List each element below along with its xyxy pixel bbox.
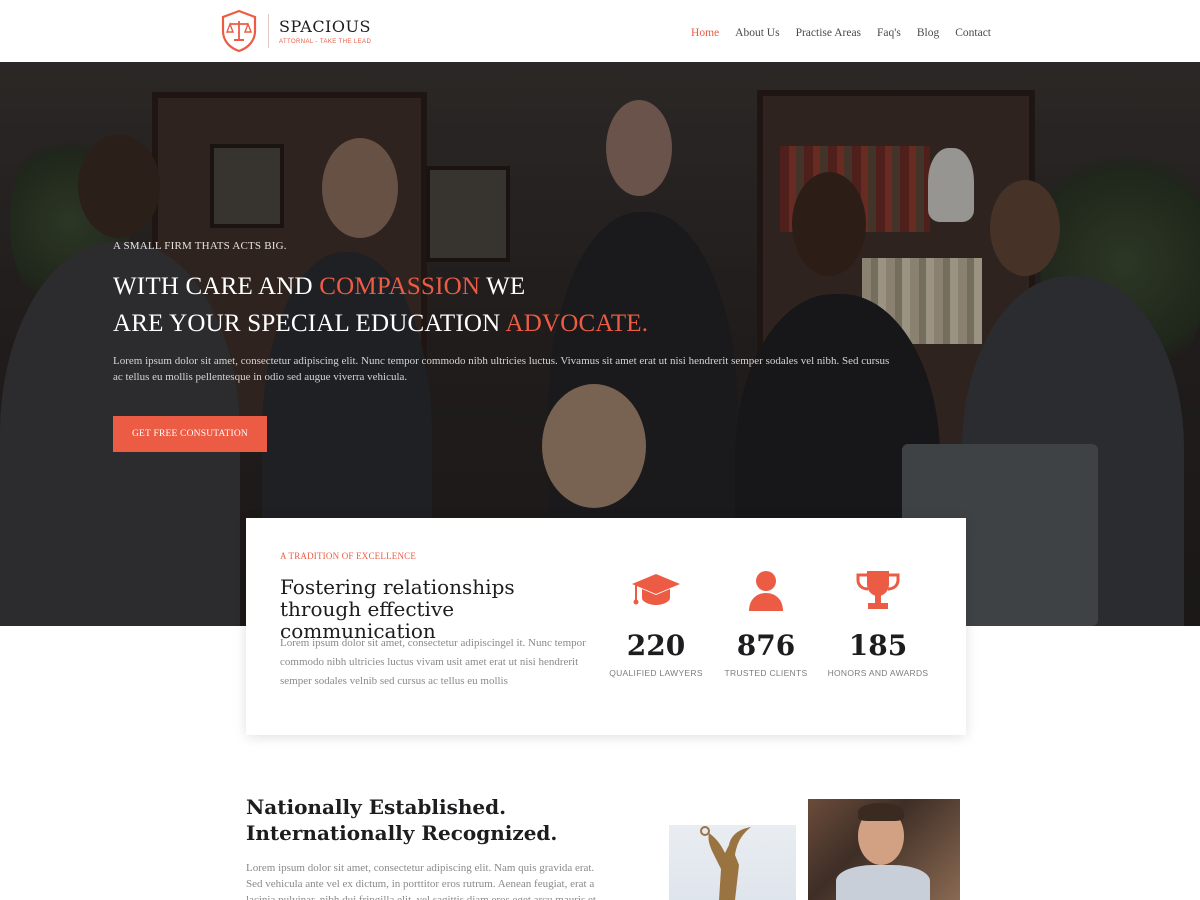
card-kicker: A TRADITION OF EXCELLENCE bbox=[280, 551, 417, 561]
hero-description: Lorem ipsum dolor sit amet, consectetur … bbox=[113, 355, 890, 383]
hero-title: WITH CARE AND COMPASSION WE ARE YOUR SPE… bbox=[113, 268, 648, 342]
statue-figure bbox=[700, 826, 751, 900]
logo-tagline: ATTORNAL - TAKE THE LEAD bbox=[279, 38, 372, 45]
hero-title-part3: ARE YOUR SPECIAL EDUCATION bbox=[113, 310, 506, 337]
main-nav: Home About Us Practise Areas Faq's Blog … bbox=[675, 26, 991, 40]
hero-title-accent1: COMPASSION bbox=[319, 273, 481, 300]
stat-trusted-clients: 876 TRUSTED CLIENTS bbox=[711, 568, 821, 678]
nav-blog[interactable]: Blog bbox=[917, 26, 939, 40]
site-header: SPACIOUS ATTORNAL - TAKE THE LEAD Home A… bbox=[0, 0, 1200, 62]
logo-text: SPACIOUS ATTORNAL - TAKE THE LEAD bbox=[279, 16, 372, 45]
free-consultation-button[interactable]: GET FREE CONSUTATION bbox=[113, 416, 267, 452]
logo-divider bbox=[268, 14, 269, 48]
portrait-hair bbox=[858, 803, 904, 821]
hero-kicker: A SMALL FIRM THATS ACTS BIG. bbox=[113, 240, 287, 252]
stats-card: A TRADITION OF EXCELLENCE Fostering rela… bbox=[246, 518, 966, 735]
logo-title: SPACIOUS bbox=[279, 16, 371, 36]
user-icon bbox=[749, 571, 783, 611]
about-title-line1: Nationally Established. bbox=[246, 795, 507, 819]
portrait-shirt bbox=[836, 865, 930, 900]
trophy-icon bbox=[856, 571, 900, 609]
hero-title-accent2: ADVOCATE. bbox=[505, 310, 649, 337]
card-title: Fostering relationships through effectiv… bbox=[280, 575, 515, 643]
about-description: Lorem ipsum dolor sit amet, consectetur … bbox=[246, 862, 596, 900]
nav-contact[interactable]: Contact bbox=[955, 26, 991, 40]
stat-value: 876 bbox=[736, 629, 796, 662]
stat-qualified-lawyers: 220 QUALIFIED LAWYERS bbox=[601, 568, 711, 678]
hero-title-part1: WITH CARE AND bbox=[113, 273, 320, 300]
nav-practise-areas[interactable]: Practise Areas bbox=[796, 26, 861, 40]
about-title: Nationally Established. Internationally … bbox=[246, 794, 557, 846]
lawyer-portrait-image bbox=[808, 799, 960, 900]
nav-about-us[interactable]: About Us bbox=[735, 26, 779, 40]
statue-image bbox=[669, 825, 796, 900]
graduation-cap-icon bbox=[632, 574, 680, 605]
nav-home[interactable]: Home bbox=[691, 26, 719, 40]
scales-shield-icon bbox=[221, 9, 257, 53]
card-description: Lorem ipsum dolor sit amet, consectetur … bbox=[280, 637, 586, 687]
stat-value: 185 bbox=[848, 629, 908, 662]
stat-label: QUALIFIED LAWYERS bbox=[609, 668, 703, 678]
nav-faqs[interactable]: Faq's bbox=[877, 26, 901, 40]
about-title-line2: Internationally Recognized. bbox=[246, 821, 558, 845]
stat-label: TRUSTED CLIENTS bbox=[724, 668, 808, 678]
stat-label: HONORS AND AWARDS bbox=[827, 668, 929, 678]
stat-honors-awards: 185 HONORS AND AWARDS bbox=[823, 568, 933, 678]
hero-title-part2: WE bbox=[480, 273, 526, 300]
stat-value: 220 bbox=[626, 629, 686, 662]
site-logo[interactable]: SPACIOUS ATTORNAL - TAKE THE LEAD bbox=[220, 9, 371, 53]
